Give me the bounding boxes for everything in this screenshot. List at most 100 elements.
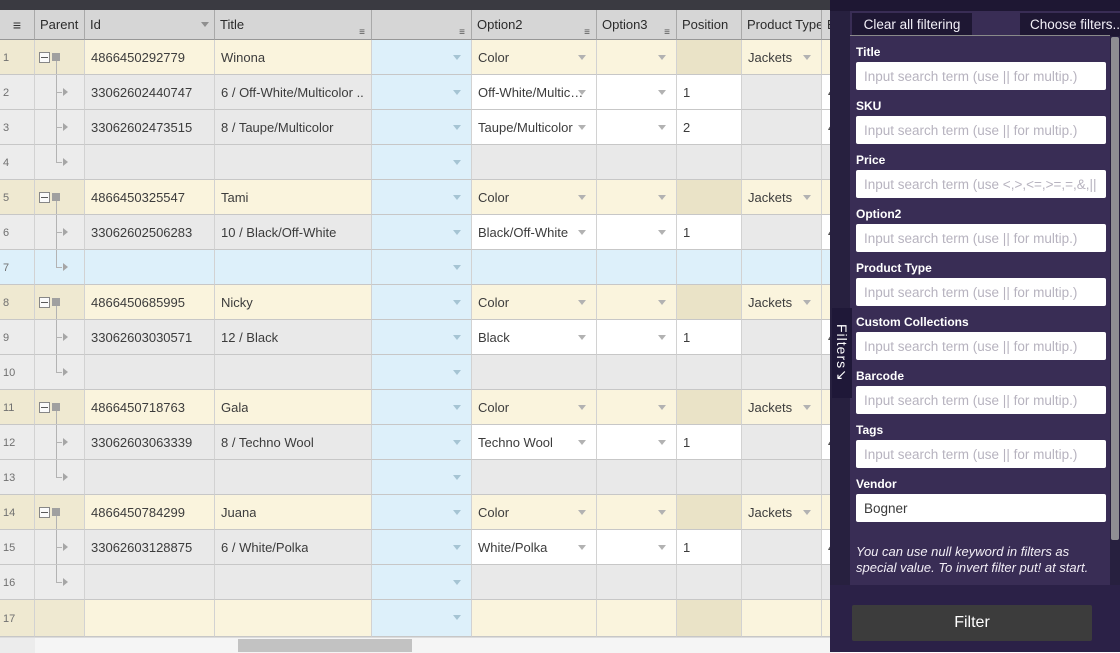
grid-cell-product_type[interactable]: [742, 565, 822, 600]
grid-cell-option2[interactable]: [472, 355, 597, 390]
grid-cell-option3[interactable]: [597, 600, 677, 637]
grid-cell-blank[interactable]: [372, 250, 472, 285]
grid-cell-position[interactable]: [677, 600, 742, 637]
cell-dropdown-arrow-icon[interactable]: [658, 510, 666, 515]
grid-cell-option2[interactable]: Color: [472, 495, 597, 530]
cell-dropdown-arrow-icon[interactable]: [658, 545, 666, 550]
grid-cell-product_type[interactable]: [742, 250, 822, 285]
grid-cell-option3[interactable]: [597, 145, 677, 180]
grid-cell-id[interactable]: [85, 355, 215, 390]
cell-dropdown-arrow-icon[interactable]: [453, 125, 461, 130]
grid-cell-option2[interactable]: Black/Off-White: [472, 215, 597, 250]
grid-cell-rownum[interactable]: 15: [0, 530, 35, 565]
grid-cell-option2[interactable]: [472, 565, 597, 600]
cell-dropdown-arrow-icon[interactable]: [658, 195, 666, 200]
hamburger-icon[interactable]: ≡: [5, 17, 29, 33]
grid-cell-position[interactable]: [677, 390, 742, 425]
grid-cell-position[interactable]: [677, 40, 742, 75]
grid-cell-id[interactable]: 33062603128875: [85, 530, 215, 565]
grid-cell-id[interactable]: 4866450718763: [85, 390, 215, 425]
grid-cell-option3[interactable]: [597, 320, 677, 355]
column-header-blank[interactable]: ≡: [372, 10, 472, 40]
grid-cell-blank[interactable]: [372, 600, 472, 637]
grid-cell-option3[interactable]: [597, 355, 677, 390]
grid-cell-option3[interactable]: [597, 285, 677, 320]
grid-cell-blank[interactable]: [372, 40, 472, 75]
grid-cell-product_type[interactable]: Jackets: [742, 285, 822, 320]
cell-dropdown-arrow-icon[interactable]: [453, 90, 461, 95]
panel-scrollbar-thumb[interactable]: [1111, 37, 1119, 540]
grid-cell-product_type[interactable]: [742, 425, 822, 460]
cell-dropdown-arrow-icon[interactable]: [578, 125, 586, 130]
grid-cell-position[interactable]: [677, 285, 742, 320]
column-menu-icon[interactable]: ≡: [459, 28, 465, 38]
grid-cell-position[interactable]: 1: [677, 425, 742, 460]
grid-cell-parent[interactable]: [35, 425, 85, 460]
grid-cell-option2[interactable]: Techno Wool: [472, 425, 597, 460]
grid-cell-rownum[interactable]: 10: [0, 355, 35, 390]
sku-filter-input[interactable]: [856, 116, 1106, 144]
cell-dropdown-arrow-icon[interactable]: [803, 405, 811, 410]
grid-cell-option2[interactable]: Black: [472, 320, 597, 355]
cell-dropdown-arrow-icon[interactable]: [453, 55, 461, 60]
grid-cell-parent[interactable]: [35, 250, 85, 285]
option2-filter-input[interactable]: [856, 224, 1106, 252]
grid-cell-option2[interactable]: White/Polka: [472, 530, 597, 565]
grid-cell-option3[interactable]: [597, 110, 677, 145]
grid-cell-blank[interactable]: [372, 460, 472, 495]
column-menu-icon[interactable]: ≡: [359, 28, 365, 38]
cell-dropdown-arrow-icon[interactable]: [658, 55, 666, 60]
grid-cell-parent[interactable]: [35, 460, 85, 495]
cell-dropdown-arrow-icon[interactable]: [658, 335, 666, 340]
grid-cell-position[interactable]: 1: [677, 530, 742, 565]
grid-cell-parent[interactable]: [35, 215, 85, 250]
cell-dropdown-arrow-icon[interactable]: [453, 545, 461, 550]
grid-cell-parent[interactable]: [35, 565, 85, 600]
cell-dropdown-arrow-icon[interactable]: [658, 90, 666, 95]
grid-cell-position[interactable]: [677, 180, 742, 215]
tags-filter-input[interactable]: [856, 440, 1106, 468]
column-header-title[interactable]: Title≡: [215, 10, 372, 40]
grid-cell-option3[interactable]: [597, 215, 677, 250]
column-filter-arrow-icon[interactable]: [201, 22, 209, 27]
grid-cell-option3[interactable]: [597, 180, 677, 215]
grid-cell-option2[interactable]: Off-White/Multicolor: [472, 75, 597, 110]
cell-dropdown-arrow-icon[interactable]: [658, 125, 666, 130]
cell-dropdown-arrow-icon[interactable]: [658, 440, 666, 445]
custom-collections-filter-input[interactable]: [856, 332, 1106, 360]
grid-cell-id[interactable]: 4866450325547: [85, 180, 215, 215]
grid-cell-rownum[interactable]: 8: [0, 285, 35, 320]
grid-cell-option3[interactable]: [597, 250, 677, 285]
cell-dropdown-arrow-icon[interactable]: [803, 300, 811, 305]
grid-cell-position[interactable]: [677, 495, 742, 530]
grid-cell-option2[interactable]: [472, 250, 597, 285]
grid-cell-position[interactable]: [677, 565, 742, 600]
grid-cell-parent[interactable]: [35, 600, 85, 637]
grid-cell-option3[interactable]: [597, 530, 677, 565]
grid-cell-title[interactable]: Juana: [215, 495, 372, 530]
cell-dropdown-arrow-icon[interactable]: [578, 440, 586, 445]
grid-cell-parent[interactable]: [35, 285, 85, 320]
cell-dropdown-arrow-icon[interactable]: [453, 440, 461, 445]
grid-cell-blank[interactable]: [372, 75, 472, 110]
grid-cell-title[interactable]: Gala: [215, 390, 372, 425]
grid-cell-rownum[interactable]: 9: [0, 320, 35, 355]
grid-cell-blank[interactable]: [372, 425, 472, 460]
grid-cell-id[interactable]: 33062602473515: [85, 110, 215, 145]
collapse-toggle-icon[interactable]: [39, 402, 50, 413]
grid-cell-blank[interactable]: [372, 110, 472, 145]
column-header-rownum[interactable]: ≡: [0, 10, 35, 40]
grid-cell-rownum[interactable]: 16: [0, 565, 35, 600]
grid-cell-product_type[interactable]: Jackets: [742, 180, 822, 215]
clear-all-filtering-button[interactable]: Clear all filtering: [852, 13, 972, 36]
grid-cell-product_type[interactable]: Jackets: [742, 40, 822, 75]
grid-cell-product_type[interactable]: [742, 530, 822, 565]
grid-cell-option3[interactable]: [597, 495, 677, 530]
grid-cell-id[interactable]: 4866450784299: [85, 495, 215, 530]
filters-tab[interactable]: Filters↘: [832, 308, 852, 398]
cell-dropdown-arrow-icon[interactable]: [453, 580, 461, 585]
grid-cell-parent[interactable]: [35, 355, 85, 390]
grid-cell-rownum[interactable]: 12: [0, 425, 35, 460]
collapse-toggle-icon[interactable]: [39, 192, 50, 203]
column-header-id[interactable]: Id: [85, 10, 215, 40]
